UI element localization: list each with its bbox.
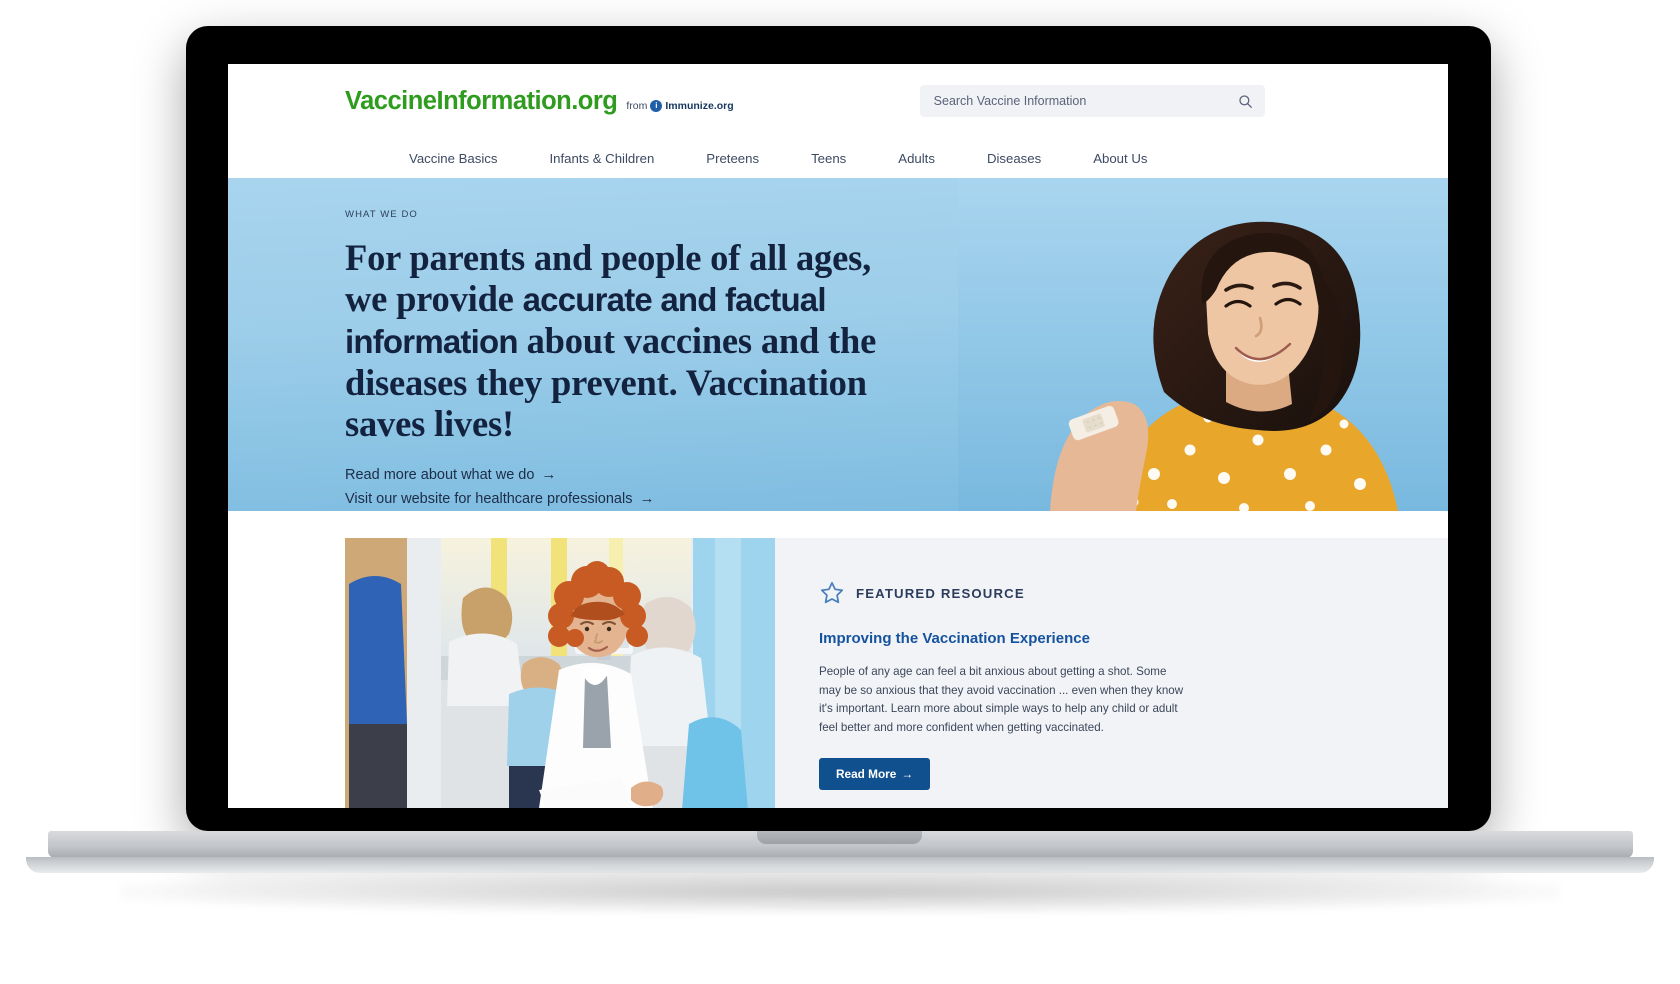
featured-description: People of any age can feel a bit anxious… — [819, 665, 1184, 734]
search-icon — [1239, 94, 1253, 108]
nav-item-about-us[interactable]: About Us — [1067, 151, 1173, 166]
hero-photo — [958, 178, 1448, 511]
nav-item-adults[interactable]: Adults — [872, 151, 961, 166]
arrow-right-icon: → — [901, 767, 914, 781]
search-input[interactable] — [919, 85, 1265, 117]
brand-attribution: from i Immunize.org — [626, 99, 734, 112]
featured-resource-card: FEATURED RESOURCE Improving the Vaccinat… — [775, 538, 1448, 808]
immunize-logo-icon: i — [650, 99, 663, 112]
hero-link-what-we-do-label: Read more about what we do — [345, 467, 535, 483]
hero-link-healthcare-professionals[interactable]: Visit our website for healthcare profess… — [345, 490, 888, 507]
featured-photo — [345, 538, 775, 808]
nav-item-diseases[interactable]: Diseases — [961, 151, 1067, 166]
hero-link-what-we-do[interactable]: Read more about what we do → — [345, 466, 888, 483]
search-button[interactable] — [1236, 91, 1256, 111]
hero-banner: WHAT WE DO For parents and people of all… — [228, 178, 1448, 511]
arrow-right-icon: → — [639, 490, 655, 507]
read-more-button[interactable]: Read More → — [819, 758, 931, 790]
hero-headline: For parents and people of all ages, we p… — [345, 237, 888, 444]
featured-photo-illustration — [345, 538, 775, 808]
hero-content: WHAT WE DO For parents and people of all… — [228, 178, 888, 507]
from-label: from — [626, 99, 648, 112]
featured-title[interactable]: Improving the Vaccination Experience — [819, 630, 1408, 647]
nav-item-infants-children[interactable]: Infants & Children — [523, 151, 680, 166]
hero-photo-illustration — [958, 178, 1448, 511]
laptop-mockup-stage: VaccineInformation.org from i Immunize.o… — [0, 0, 1680, 984]
laptop-shadow — [120, 870, 1560, 914]
hero-eyebrow: WHAT WE DO — [345, 209, 418, 220]
hero-links: Read more about what we do → Visit our we… — [345, 466, 888, 507]
site-header: VaccineInformation.org from i Immunize.o… — [228, 64, 1448, 138]
immunize-name: Immunize.org — [665, 99, 734, 112]
brand-name: VaccineInformation.org — [345, 86, 618, 115]
read-more-label: Read More — [836, 767, 897, 781]
nav-item-vaccine-basics[interactable]: Vaccine Basics — [383, 151, 523, 166]
featured-kicker: FEATURED RESOURCE — [819, 580, 1408, 606]
hero-link-healthcare-professionals-label: Visit our website for healthcare profess… — [345, 491, 633, 507]
browser-viewport: VaccineInformation.org from i Immunize.o… — [228, 64, 1448, 808]
arrow-right-icon: → — [541, 466, 557, 483]
star-outline-icon — [820, 581, 844, 604]
featured-resource-section: FEATURED RESOURCE Improving the Vaccinat… — [228, 511, 1448, 808]
main-navigation: Vaccine Basics Infants & Children Pretee… — [228, 138, 1448, 178]
nav-item-preteens[interactable]: Preteens — [680, 151, 785, 166]
laptop-notch — [757, 831, 922, 844]
nav-item-teens[interactable]: Teens — [785, 151, 872, 166]
site-logo[interactable]: VaccineInformation.org from i Immunize.o… — [345, 87, 734, 116]
featured-kicker-text: FEATURED RESOURCE — [856, 585, 1025, 601]
search-bar — [919, 85, 1265, 117]
